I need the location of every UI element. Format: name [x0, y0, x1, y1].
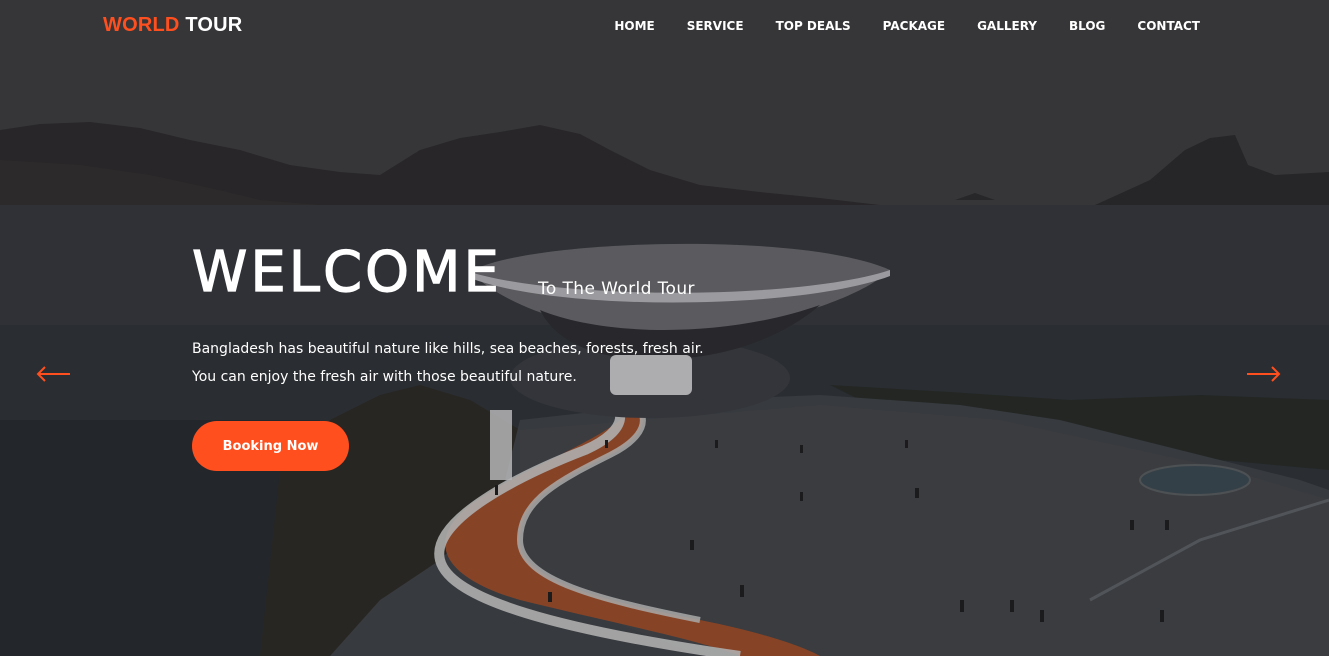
main-navigation: HOME SERVICE TOP DEALS PACKAGE GALLERY B…	[582, 19, 1200, 33]
nav-item-home[interactable]: HOME	[614, 19, 654, 33]
nav-item-service[interactable]: SERVICE	[687, 19, 744, 33]
hero-tagline: To The World Tour	[538, 279, 695, 299]
nav-item-top-deals[interactable]: TOP DEALS	[776, 19, 851, 33]
nav-item-blog[interactable]: BLOG	[1069, 19, 1105, 33]
nav-item-gallery[interactable]: GALLERY	[977, 19, 1037, 33]
slider-next-button[interactable]	[1245, 363, 1281, 385]
hero-headline: WELCOME	[191, 239, 502, 305]
hero-dark-overlay	[0, 0, 1329, 656]
arrow-left-icon	[36, 366, 70, 382]
site-logo[interactable]: WORLD TOUR	[103, 14, 242, 37]
slider-prev-button[interactable]	[36, 363, 72, 385]
arrow-right-icon	[1247, 366, 1281, 382]
nav-item-package[interactable]: PACKAGE	[883, 19, 945, 33]
hero-description-line-2: You can enjoy the fresh air with those b…	[192, 369, 577, 385]
logo-word-tour: TOUR	[185, 14, 243, 36]
hero-description: Bangladesh has beautiful nature like hil…	[192, 335, 704, 391]
nav-item-contact[interactable]: CONTACT	[1137, 19, 1200, 33]
hero-slider: WORLD TOUR HOME SERVICE TOP DEALS PACKAG…	[0, 0, 1329, 656]
hero-description-line-1: Bangladesh has beautiful nature like hil…	[192, 341, 704, 357]
booking-now-button[interactable]: Booking Now	[192, 421, 349, 471]
logo-word-world: WORLD	[103, 14, 180, 36]
